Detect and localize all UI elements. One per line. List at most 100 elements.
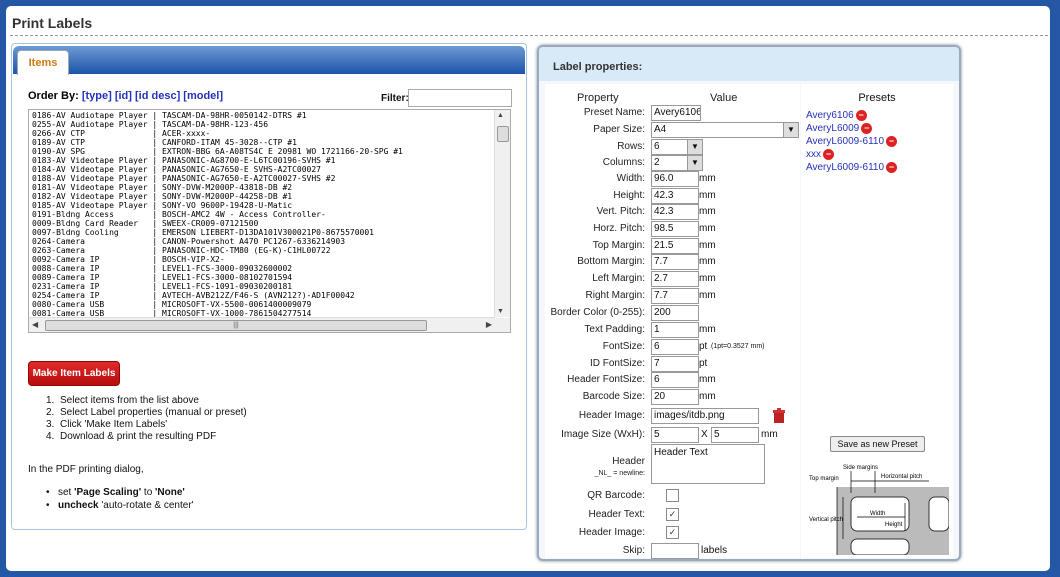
list-item[interactable]: 0190-AV SPG | EXTRON-BBG 6A-A08TS4C E 20…: [32, 147, 403, 156]
header-fontsize-input[interactable]: 6: [651, 372, 699, 388]
header-image-chk-checkbox[interactable]: ✓: [666, 526, 679, 539]
trash-icon[interactable]: [771, 408, 787, 424]
list-item[interactable]: 0080-Camera USB | MICROSOFT-VX-5500-0061…: [32, 300, 403, 309]
list-item[interactable]: 0009-Bldng Card Reader | SWEEX-CR009-071…: [32, 219, 403, 228]
horz-pitch-input[interactable]: 98.5: [651, 221, 699, 237]
list-item[interactable]: 0183-AV Videotape Player | PANASONIC-AG8…: [32, 156, 403, 165]
page-title: Print Labels: [12, 15, 93, 31]
property-label: Text Padding:: [584, 324, 645, 335]
horizontal-scrollbar[interactable]: ◀ ||| ▶: [29, 317, 495, 332]
header-text-checkbox[interactable]: ✓: [666, 508, 679, 521]
hscroll-thumb[interactable]: |||: [45, 320, 427, 331]
image-size-x: X: [701, 429, 708, 440]
bottom-margin-input[interactable]: 7.7: [651, 254, 699, 270]
list-item[interactable]: 0231-Camera IP | LEVEL1-FCS-1091-0903020…: [32, 282, 403, 291]
columns-select[interactable]: 2 ▼: [651, 155, 703, 171]
property-label: Preset Name:: [583, 107, 645, 118]
items-listbox[interactable]: 0186-AV Audiotape Player | TASCAM-DA-98H…: [28, 109, 511, 333]
property-label: Header _NL_ = newline:: [594, 456, 645, 477]
top-margin-input[interactable]: 21.5: [651, 238, 699, 254]
property-row-text-padding: Text Padding: 1 mm: [545, 322, 949, 338]
rows-select[interactable]: 6 ▼: [651, 139, 703, 155]
unit-label: mm: [699, 324, 716, 335]
border-color-input[interactable]: 200: [651, 305, 699, 321]
property-label: Height:: [613, 190, 645, 201]
list-item[interactable]: 0191-Bldng Access | BOSCH-AMC2 4W - Acce…: [32, 210, 403, 219]
property-label: Right Margin:: [585, 290, 645, 301]
property-label: Top Margin:: [592, 240, 645, 251]
property-row-rows: Rows: 6 ▼: [545, 139, 949, 155]
scroll-thumb[interactable]: [497, 126, 509, 142]
right-margin-input[interactable]: 7.7: [651, 288, 699, 304]
items-list: 0186-AV Audiotape Player | TASCAM-DA-98H…: [32, 111, 403, 332]
list-item[interactable]: 0089-Camera IP | LEVEL1-FCS-3000-0810270…: [32, 273, 403, 282]
list-item[interactable]: 0266-AV CTP | ACER-xxxx-: [32, 129, 403, 138]
label-properties-title: Label properties:: [553, 61, 643, 73]
height-input[interactable]: 42.3: [651, 188, 699, 204]
items-panel: Items Order By: [type] [id] [id desc] [m…: [11, 43, 527, 530]
property-row-right-margin: Right Margin: 7.7 mm: [545, 288, 949, 304]
list-item[interactable]: 0185-AV Videotape Player | SONY-VO 9600P…: [32, 201, 403, 210]
qr-barcode-checkbox[interactable]: [666, 489, 679, 502]
list-item[interactable]: 0186-AV Audiotape Player | TASCAM-DA-98H…: [32, 111, 403, 120]
vertical-scrollbar[interactable]: ▲ ▼: [494, 110, 510, 317]
order-by-type-link[interactable]: [type]: [82, 90, 112, 102]
list-item[interactable]: 0088-Camera IP | LEVEL1-FCS-3000-0903260…: [32, 264, 403, 273]
vert-pitch-input[interactable]: 42.3: [651, 204, 699, 220]
fontsize-input[interactable]: 6: [651, 339, 699, 355]
chevron-down-icon: ▼: [783, 123, 798, 137]
list-item[interactable]: 0184-AV Videotape Player | PANASONIC-AG7…: [32, 165, 403, 174]
unit-label: labels: [701, 545, 728, 556]
col-property-header: Property: [577, 92, 619, 104]
list-item[interactable]: 0181-AV Videotape Player | SONY-DVW-M200…: [32, 183, 403, 192]
scroll-left-icon[interactable]: ◀: [32, 320, 38, 329]
list-item[interactable]: 0263-Camera | PANASONIC-HDC-TM80 (EG-K)-…: [32, 246, 403, 255]
list-item[interactable]: 0097-Bldng Cooling | EMERSON LIEBERT-D13…: [32, 228, 403, 237]
order-by-id-desc-link[interactable]: [id desc]: [135, 90, 180, 102]
property-row-header-fontsize: Header FontSize: 6 mm: [545, 372, 949, 388]
col-presets-header: Presets: [858, 92, 896, 104]
property-label: Border Color (0-255):: [550, 307, 645, 318]
image-height-input[interactable]: 5: [711, 427, 759, 443]
header-image-input[interactable]: images/itdb.png: [651, 408, 759, 424]
property-row-header-text: Header Text: ✓: [545, 507, 949, 523]
barcode-size-input[interactable]: 20: [651, 389, 699, 405]
property-row-height: Height: 42.3 mm: [545, 188, 949, 204]
list-item[interactable]: 0255-AV Audiotape Player | TASCAM-DA-98H…: [32, 120, 403, 129]
tab-items[interactable]: Items: [17, 50, 69, 75]
skip-input[interactable]: [651, 543, 699, 559]
scroll-down-icon[interactable]: ▼: [497, 308, 504, 315]
unit-label: mm: [699, 374, 716, 385]
width-input[interactable]: 96.0: [651, 171, 699, 187]
property-label: Header Text:: [588, 509, 645, 520]
list-item[interactable]: 0182-AV Videotape Player | SONY-DVW-M200…: [32, 192, 403, 201]
image-width-input[interactable]: 5: [651, 427, 699, 443]
text-padding-input[interactable]: 1: [651, 322, 699, 338]
scroll-up-icon[interactable]: ▲: [497, 112, 504, 119]
make-item-labels-button[interactable]: Make Item Labels: [28, 361, 120, 386]
preset-name-input[interactable]: Avery6106: [651, 105, 701, 121]
list-item[interactable]: 0264-Camera | CANON-Powershot A470 PC126…: [32, 237, 403, 246]
property-label: QR Barcode:: [587, 490, 645, 501]
page: Print Labels Items Order By: [type] [id]…: [6, 6, 1050, 571]
pdf-tip: uncheck 'auto-rotate & center': [46, 499, 194, 512]
property-row-left-margin: Left Margin: 2.7 mm: [545, 271, 949, 287]
scroll-right-icon[interactable]: ▶: [486, 320, 492, 329]
list-item[interactable]: 0189-AV CTP | CANFORD-ITAM 45-3028--CTP …: [32, 138, 403, 147]
unit-label: mm: [699, 240, 716, 251]
left-margin-input[interactable]: 2.7: [651, 271, 699, 287]
unit-label: mm: [699, 290, 716, 301]
property-row-horz-pitch: Horz. Pitch: 98.5 mm: [545, 221, 949, 237]
id-fontsize-input[interactable]: 7: [651, 356, 699, 372]
paper-size-select[interactable]: A4 ▼: [651, 122, 799, 138]
list-item[interactable]: 0092-Camera IP | BOSCH-VIP-X2-: [32, 255, 403, 264]
scroll-corner: [495, 318, 510, 332]
header-textarea[interactable]: Header Text: [651, 444, 765, 484]
order-by-model-link[interactable]: [model]: [183, 90, 223, 102]
step-item: 2. Select Label properties (manual or pre…: [46, 407, 247, 418]
order-by-id-link[interactable]: [id]: [115, 90, 132, 102]
diagram-horizontal-pitch-label: Horizontal pitch: [881, 474, 922, 480]
filter-input[interactable]: [408, 89, 512, 107]
list-item[interactable]: 0254-Camera IP | AVTECH-AVB212Z/F46-S (A…: [32, 291, 403, 300]
list-item[interactable]: 0188-AV Videotape Player | PANASONIC-AG7…: [32, 174, 403, 183]
